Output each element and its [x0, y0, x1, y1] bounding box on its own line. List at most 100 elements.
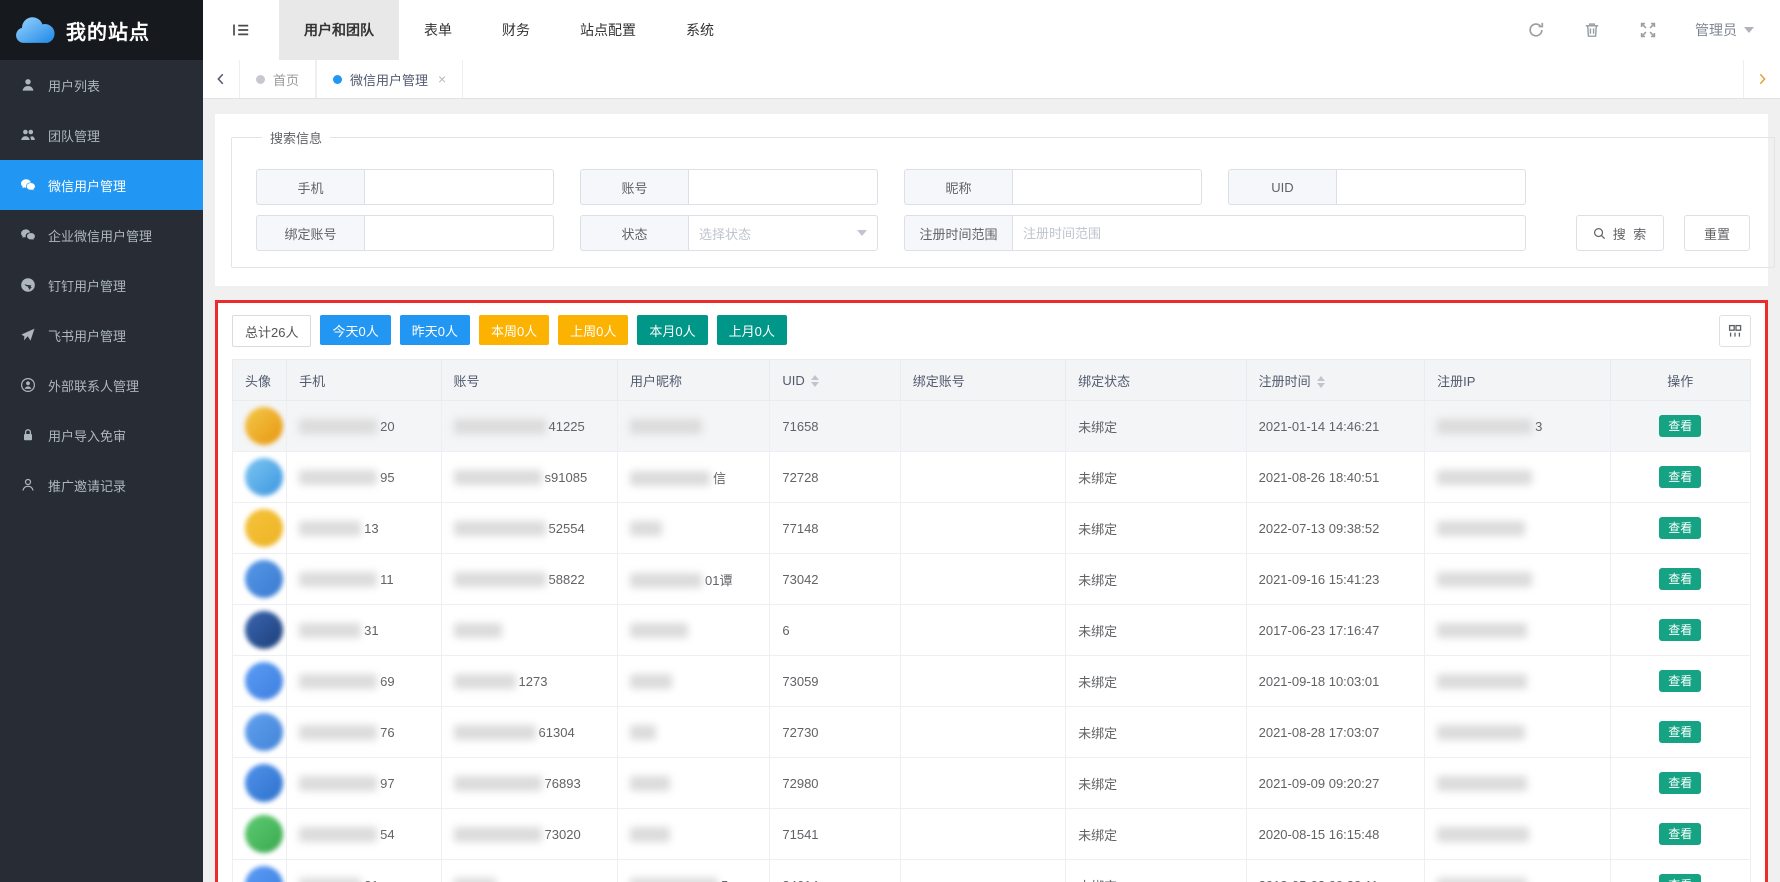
- search-input-账号[interactable]: [688, 169, 878, 205]
- search-input-注册时间范围[interactable]: [1012, 215, 1526, 251]
- feishu-icon: [19, 327, 36, 344]
- view-button[interactable]: 查看: [1659, 772, 1701, 794]
- search-input-手机[interactable]: [364, 169, 554, 205]
- nav-tab[interactable]: 系统: [661, 0, 739, 60]
- stat-badge[interactable]: 上月0人: [717, 315, 787, 345]
- column-header-label: 绑定账号: [913, 374, 965, 389]
- view-button[interactable]: 查看: [1659, 823, 1701, 845]
- user-icon: [19, 77, 36, 94]
- sidebar-item-feishu[interactable]: 飞书用户管理: [0, 310, 203, 360]
- cell-phone: 21: [287, 860, 441, 882]
- cell-bind-status: 未绑定: [1066, 809, 1246, 860]
- cell-reg-time: 2018-05-03 09:38:11: [1246, 860, 1424, 882]
- sort-icon[interactable]: [1317, 376, 1325, 388]
- search-input-UID[interactable]: [1336, 169, 1526, 205]
- sidebar-item-contact[interactable]: 外部联系人管理: [0, 360, 203, 410]
- cell-bind-account: [900, 707, 1065, 758]
- view-button[interactable]: 查看: [1659, 415, 1701, 437]
- account-redacted: [454, 521, 546, 536]
- sidebar-item-import[interactable]: 用户导入免审: [0, 410, 203, 460]
- account-text: s91085: [545, 470, 588, 485]
- cell-reg-ip: 3: [1425, 401, 1610, 452]
- reg-ip-redacted: [1437, 776, 1527, 791]
- nickname-redacted: [630, 674, 672, 689]
- close-icon[interactable]: ×: [438, 71, 446, 87]
- view-button[interactable]: 查看: [1659, 466, 1701, 488]
- view-button[interactable]: 查看: [1659, 670, 1701, 692]
- sidebar-item-users[interactable]: 团队管理: [0, 110, 203, 160]
- account-redacted: [454, 725, 536, 740]
- view-button[interactable]: 查看: [1659, 517, 1701, 539]
- stat-badge[interactable]: 昨天0人: [400, 315, 470, 345]
- search-field-昵称: 昵称: [904, 169, 1202, 205]
- view-button[interactable]: 查看: [1659, 721, 1701, 743]
- reg-ip-redacted: [1437, 878, 1527, 882]
- account-text: 76893: [545, 776, 581, 791]
- column-settings-button[interactable]: [1719, 315, 1751, 347]
- cell-actions: 查看: [1610, 401, 1750, 452]
- cell-reg-time: 2021-08-28 17:03:07: [1246, 707, 1424, 758]
- sidebar-item-label: 钉钉用户管理: [48, 276, 126, 295]
- nav-tab[interactable]: 站点配置: [555, 0, 661, 60]
- cell-avatar: [233, 605, 287, 656]
- cell-bind-account: [900, 452, 1065, 503]
- cell-reg-time: 2017-06-23 17:16:47: [1246, 605, 1424, 656]
- reg-ip-redacted: [1437, 470, 1532, 485]
- view-button[interactable]: 查看: [1659, 568, 1701, 590]
- cell-nickname: [618, 758, 770, 809]
- cell-bind-status: 未绑定: [1066, 452, 1246, 503]
- cell-nickname: [618, 605, 770, 656]
- cell-uid: 6: [770, 605, 900, 656]
- cell-reg-ip: [1425, 452, 1610, 503]
- view-button[interactable]: 查看: [1659, 619, 1701, 641]
- stat-badge[interactable]: 总计26人: [232, 315, 311, 347]
- phone-redacted: [299, 419, 377, 434]
- tabs-scroll-left-button[interactable]: [203, 60, 239, 98]
- nav-tab[interactable]: 用户和团队: [279, 0, 399, 60]
- reset-button[interactable]: 重置: [1684, 215, 1750, 251]
- stat-badge[interactable]: 今天0人: [320, 315, 390, 345]
- cell-uid: 72980: [770, 758, 900, 809]
- table-row: 115882201谭73042未绑定2021-09-16 15:41:23查看: [233, 554, 1751, 605]
- search-field-手机: 手机: [256, 169, 554, 205]
- table-row: 316未绑定2017-06-23 17:16:47查看: [233, 605, 1751, 656]
- avatar: [245, 866, 283, 882]
- view-button[interactable]: 查看: [1659, 874, 1701, 882]
- sidebar-item-dingtalk[interactable]: 钉钉用户管理: [0, 260, 203, 310]
- tabs-scroll-right-button[interactable]: [1743, 60, 1780, 98]
- nickname-redacted: [630, 623, 688, 638]
- breadcrumb-tab[interactable]: 微信用户管理×: [316, 60, 463, 98]
- account-redacted: [454, 470, 542, 485]
- stat-badge[interactable]: 上周0人: [558, 315, 628, 345]
- column-header-注册IP: 注册IP: [1425, 360, 1610, 401]
- sidebar-item-label: 外部联系人管理: [48, 376, 139, 395]
- sidebar-item-wechat[interactable]: 微信用户管理: [0, 160, 203, 210]
- nav-tab[interactable]: 财务: [477, 0, 555, 60]
- column-header-注册时间: 注册时间: [1246, 360, 1424, 401]
- collapse-menu-icon: [232, 22, 250, 38]
- sidebar-item-wecom[interactable]: 企业微信用户管理: [0, 210, 203, 260]
- chevron-down-icon: [857, 230, 867, 236]
- contact-icon: [19, 377, 36, 394]
- breadcrumb-tab[interactable]: 首页: [239, 60, 316, 98]
- nav-tab[interactable]: 表单: [399, 0, 477, 60]
- trash-icon[interactable]: [1583, 21, 1601, 39]
- admin-menu[interactable]: 管理员: [1695, 20, 1754, 40]
- search-input-昵称[interactable]: [1012, 169, 1202, 205]
- account-redacted: [454, 572, 546, 587]
- sidebar-item-invite[interactable]: 推广邀请记录: [0, 460, 203, 510]
- search-input-绑定账号[interactable]: [364, 215, 554, 251]
- tab-status-dot: [333, 75, 342, 84]
- search-button[interactable]: 搜 索: [1576, 215, 1664, 251]
- sidebar-item-label: 企业微信用户管理: [48, 226, 152, 245]
- fullscreen-icon[interactable]: [1639, 21, 1657, 39]
- status-select[interactable]: 选择状态: [688, 215, 878, 251]
- sidebar-item-user[interactable]: 用户列表: [0, 60, 203, 110]
- sort-icon[interactable]: [811, 375, 819, 387]
- sidebar-collapse-button[interactable]: [203, 0, 279, 60]
- refresh-icon[interactable]: [1527, 21, 1545, 39]
- search-field-账号: 账号: [580, 169, 878, 205]
- cell-phone: 54: [287, 809, 441, 860]
- stat-badge[interactable]: 本周0人: [479, 315, 549, 345]
- stat-badge[interactable]: 本月0人: [637, 315, 707, 345]
